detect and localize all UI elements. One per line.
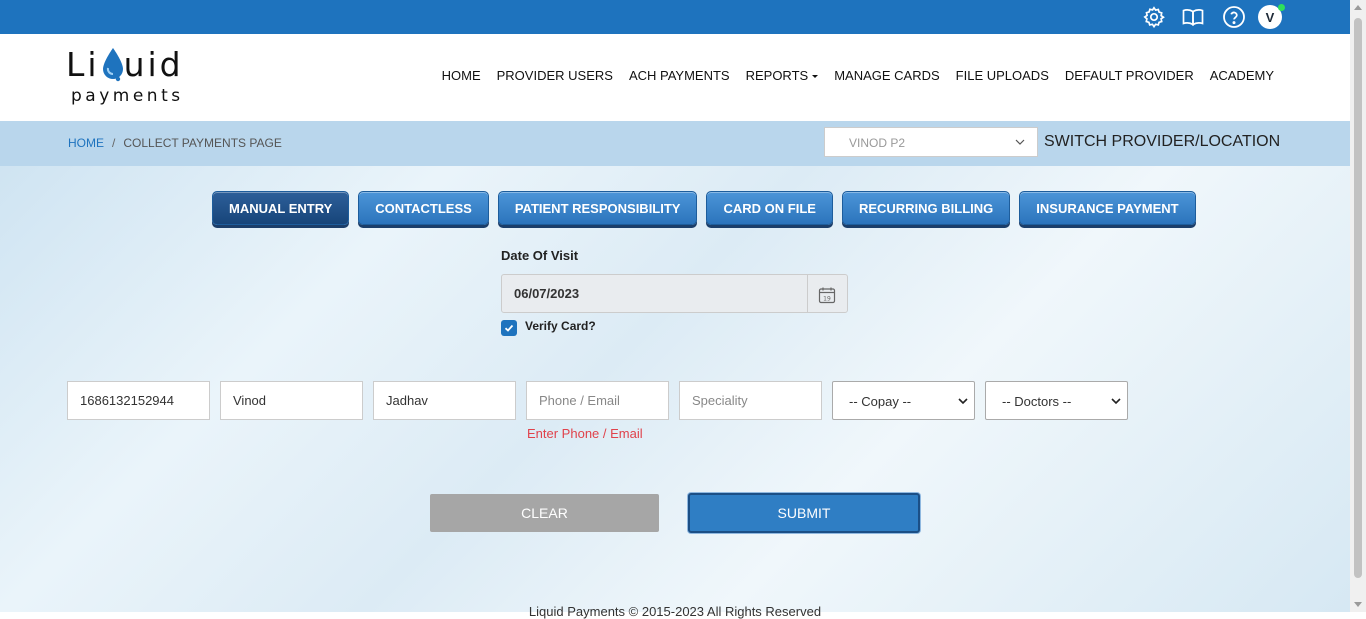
- main-nav: HOME PROVIDER USERS ACH PAYMENTS REPORTS…: [442, 68, 1274, 83]
- nav-academy[interactable]: ACADEMY: [1210, 68, 1274, 83]
- nav-reports[interactable]: REPORTS: [746, 68, 819, 83]
- last-name-field[interactable]: [373, 381, 516, 420]
- copay-select[interactable]: -- Copay --: [832, 381, 975, 420]
- chevron-down-icon: [1111, 398, 1121, 405]
- chevron-down-icon: [1015, 139, 1025, 145]
- nav-file-uploads[interactable]: FILE UPLOADS: [956, 68, 1049, 83]
- provider-select-value: VINOD P2: [849, 136, 906, 150]
- main-content: MANUAL ENTRY CONTACTLESS PATIENT RESPONS…: [0, 166, 1350, 619]
- date-of-visit-label: Date Of Visit: [501, 248, 579, 263]
- tab-card-on-file[interactable]: CARD ON FILE: [706, 191, 833, 225]
- doctors-select[interactable]: -- Doctors --: [985, 381, 1128, 420]
- scroll-up-arrow[interactable]: [1354, 5, 1362, 10]
- date-of-visit-value: 06/07/2023: [514, 286, 580, 301]
- scrollbar-thumb[interactable]: [1354, 18, 1362, 578]
- date-field-divider: [807, 275, 808, 312]
- calendar-day-number: 19: [823, 296, 831, 303]
- account-number-field[interactable]: [67, 381, 210, 420]
- switch-provider-label: SWITCH PROVIDER/LOCATION: [1044, 133, 1281, 150]
- tab-manual-entry[interactable]: MANUAL ENTRY: [212, 191, 350, 225]
- chevron-down-icon: [958, 398, 968, 405]
- first-name-field[interactable]: [220, 381, 363, 420]
- speciality-field[interactable]: [679, 381, 822, 420]
- scroll-down-arrow[interactable]: [1354, 602, 1362, 607]
- clear-button[interactable]: CLEAR: [430, 494, 659, 532]
- caret-down-icon: [812, 75, 819, 79]
- verify-card-label: Verify Card?: [525, 319, 596, 333]
- breadcrumb-separator: /: [112, 136, 116, 150]
- water-drop-icon: [103, 48, 123, 82]
- question-icon[interactable]: [1222, 5, 1246, 29]
- page-scrollbar[interactable]: [1350, 0, 1366, 612]
- breadcrumb-home-link[interactable]: HOME: [68, 136, 104, 150]
- online-status-dot: [1278, 4, 1285, 11]
- tab-patient-responsibility[interactable]: PATIENT RESPONSIBILITY: [497, 191, 698, 225]
- book-icon[interactable]: [1181, 5, 1205, 29]
- calendar-icon[interactable]: 19: [818, 286, 836, 304]
- logo-subtitle: payments: [71, 86, 184, 106]
- tab-recurring-billing[interactable]: RECURRING BILLING: [841, 191, 1011, 225]
- payment-tabs: MANUAL ENTRY CONTACTLESS PATIENT RESPONS…: [212, 191, 1196, 225]
- breadcrumb: HOME / COLLECT PAYMENTS PAGE: [68, 136, 282, 150]
- date-of-visit-field[interactable]: 06/07/2023 19: [501, 274, 848, 313]
- nav-home[interactable]: HOME: [442, 68, 481, 83]
- nav-provider-users[interactable]: PROVIDER USERS: [497, 68, 613, 83]
- nav-ach-payments[interactable]: ACH PAYMENTS: [629, 68, 730, 83]
- nav-manage-cards[interactable]: MANAGE CARDS: [834, 68, 939, 83]
- submit-button[interactable]: SUBMIT: [688, 493, 920, 533]
- provider-select[interactable]: VINOD P2: [824, 127, 1038, 157]
- gear-icon[interactable]: [1142, 5, 1166, 29]
- phone-email-field[interactable]: [526, 381, 669, 420]
- breadcrumb-bar: HOME / COLLECT PAYMENTS PAGE VINOD P2 SWIT…: [0, 121, 1350, 166]
- nav-reports-label: REPORTS: [745, 68, 809, 83]
- top-bar: V: [0, 0, 1350, 34]
- header: Li uid payments HOME PROVIDER USERS ACH P…: [0, 34, 1350, 121]
- checkmark-icon: [504, 324, 514, 332]
- tab-contactless[interactable]: CONTACTLESS: [358, 191, 489, 225]
- verify-card-checkbox[interactable]: [501, 320, 517, 336]
- logo[interactable]: Li uid payments: [66, 48, 196, 108]
- tab-insurance-payment[interactable]: INSURANCE PAYMENT: [1019, 191, 1196, 225]
- doctors-select-value: -- Doctors --: [1002, 394, 1072, 409]
- breadcrumb-current: COLLECT PAYMENTS PAGE: [123, 136, 282, 150]
- copay-select-value: -- Copay --: [849, 394, 912, 409]
- nav-default-provider[interactable]: DEFAULT PROVIDER: [1065, 68, 1194, 83]
- phone-email-error: Enter Phone / Email: [527, 426, 643, 441]
